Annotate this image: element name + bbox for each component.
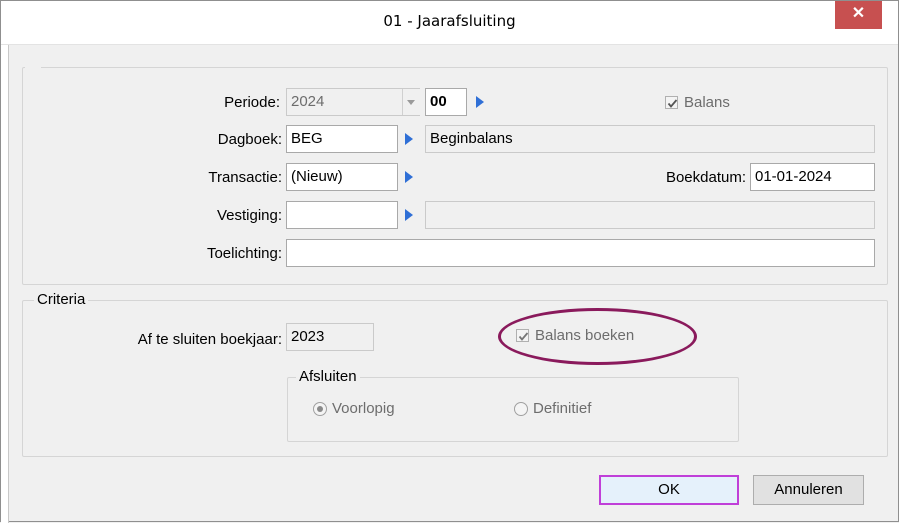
afsluiten-legend: Afsluiten bbox=[296, 368, 360, 385]
dialog-window: 01 - Jaarafsluiting ✕ Periode: 2024 00 B… bbox=[0, 0, 899, 523]
chevron-down-icon[interactable] bbox=[402, 89, 420, 115]
transactie-value: (Nieuw) bbox=[291, 168, 343, 185]
toelichting-field[interactable] bbox=[286, 239, 875, 267]
boekdatum-field[interactable]: 01-01-2024 bbox=[750, 163, 875, 191]
ok-button[interactable]: OK bbox=[599, 475, 739, 505]
criteria-legend: Criteria bbox=[34, 291, 89, 308]
dagboek-description-field: Beginbalans bbox=[425, 125, 875, 153]
left-edge bbox=[1, 45, 9, 523]
vestiging-field[interactable] bbox=[286, 201, 398, 229]
periode-period-value: 00 bbox=[430, 93, 447, 110]
periode-label: Periode: bbox=[224, 94, 280, 111]
boekjaar-field: 2023 bbox=[286, 323, 374, 351]
vestiging-description-field bbox=[425, 201, 875, 229]
dagboek-field[interactable]: BEG bbox=[286, 125, 398, 153]
boekdatum-value: 01-01-2024 bbox=[755, 168, 832, 185]
transactie-field[interactable]: (Nieuw) bbox=[286, 163, 398, 191]
definitief-label: Definitief bbox=[533, 400, 592, 417]
toelichting-label: Toelichting: bbox=[206, 245, 282, 262]
transactie-label: Transactie: bbox=[208, 169, 282, 186]
group-gap bbox=[25, 63, 41, 71]
balans-label: Balans bbox=[684, 94, 730, 111]
balans-checkbox[interactable] bbox=[665, 96, 678, 109]
boekjaar-label: Af te sluiten boekjaar: bbox=[137, 331, 282, 348]
dagboek-description: Beginbalans bbox=[430, 130, 513, 147]
dagboek-value: BEG bbox=[291, 130, 323, 147]
transactie-lookup-icon[interactable] bbox=[405, 171, 413, 183]
voorlopig-radio[interactable] bbox=[313, 402, 327, 416]
periode-year-select[interactable]: 2024 bbox=[286, 88, 420, 116]
vestiging-label: Vestiging: bbox=[216, 207, 282, 224]
cancel-button[interactable]: Annuleren bbox=[753, 475, 864, 505]
title-bar[interactable]: 01 - Jaarafsluiting ✕ bbox=[1, 1, 898, 45]
boekdatum-label: Boekdatum: bbox=[665, 169, 746, 186]
dagboek-label: Dagboek: bbox=[217, 131, 282, 148]
highlight-ellipse bbox=[498, 308, 697, 365]
window-title: 01 - Jaarafsluiting bbox=[383, 12, 516, 30]
vestiging-lookup-icon[interactable] bbox=[405, 209, 413, 221]
periode-period-field[interactable]: 00 bbox=[425, 88, 467, 116]
voorlopig-label: Voorlopig bbox=[332, 400, 395, 417]
dagboek-lookup-icon[interactable] bbox=[405, 133, 413, 145]
checkmark-icon bbox=[667, 99, 678, 108]
definitief-radio[interactable] bbox=[514, 402, 528, 416]
close-button[interactable]: ✕ bbox=[835, 1, 882, 29]
periode-lookup-icon[interactable] bbox=[476, 96, 484, 108]
boekjaar-value: 2023 bbox=[291, 328, 325, 345]
periode-year-value: 2024 bbox=[291, 93, 325, 110]
